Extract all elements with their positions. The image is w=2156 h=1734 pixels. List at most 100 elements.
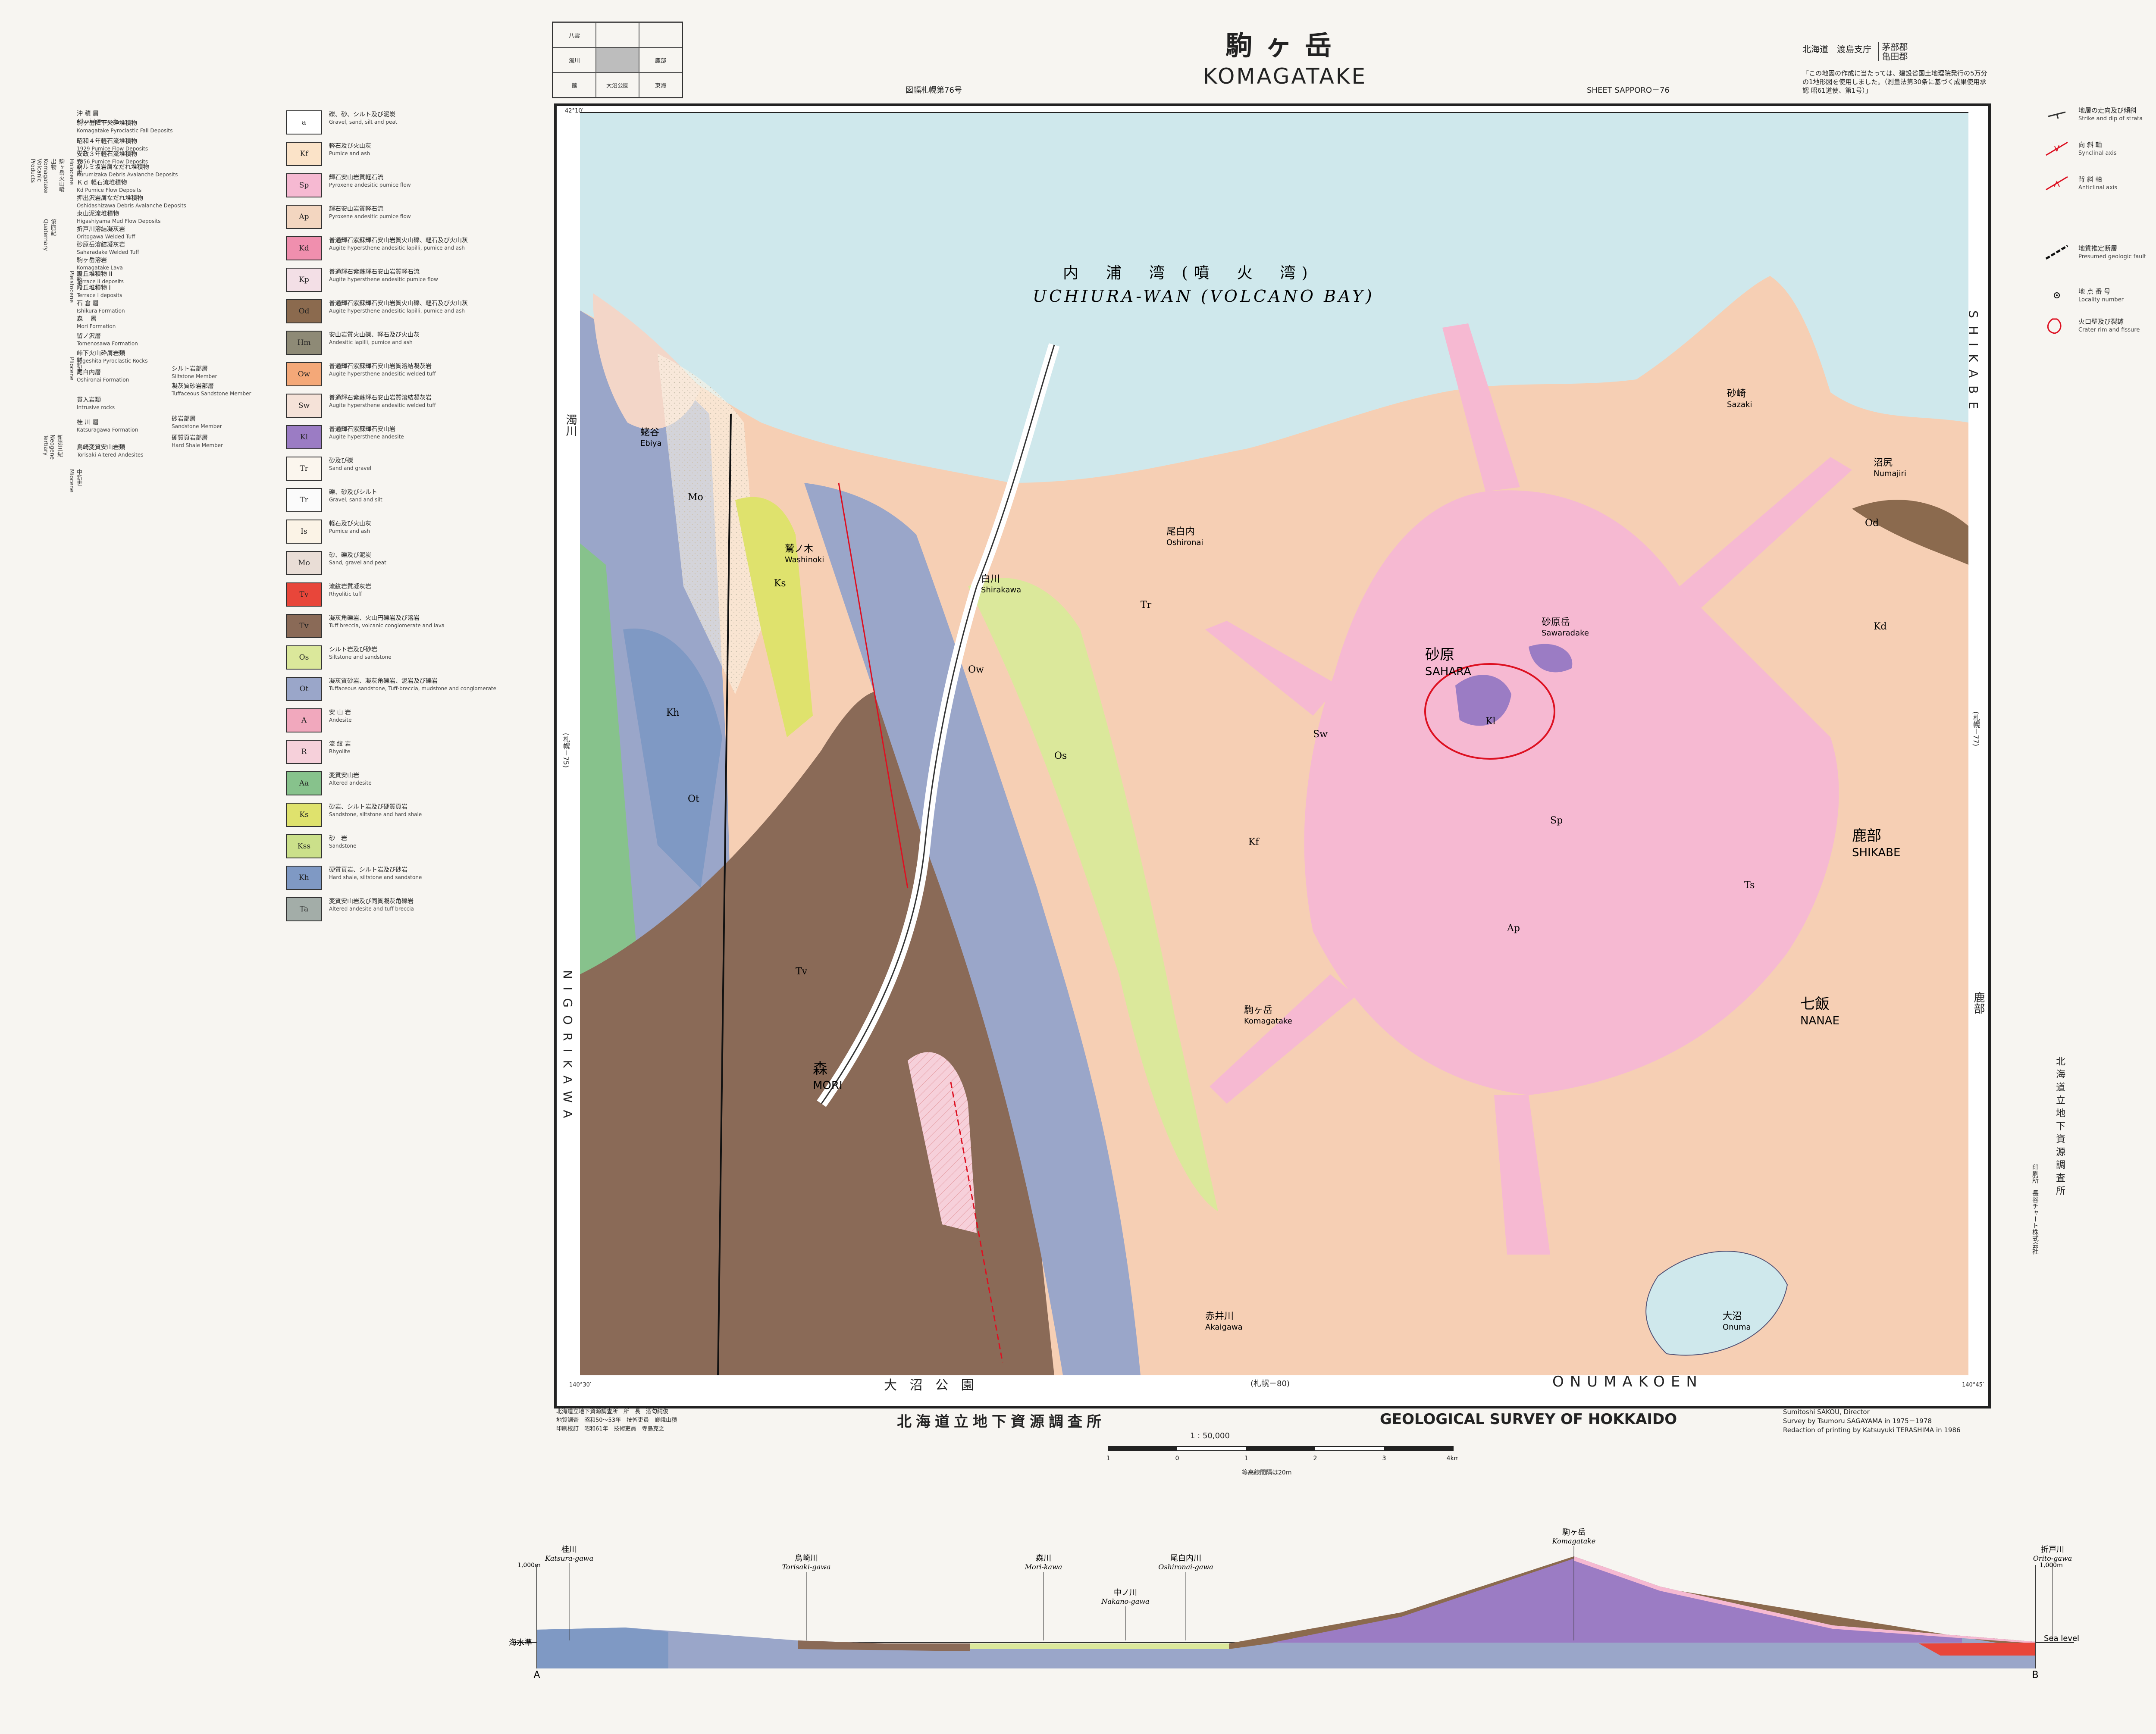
strata-en: Kurumizaka Debris Avalanche Deposits	[77, 172, 178, 178]
legend-description: 輝石安山岩質軽石流 Pyroxene andesitic pumice flow	[329, 174, 519, 189]
legend-desc-en: Rhyolite	[329, 748, 351, 754]
section-label-jp: 折戸川	[2041, 1545, 2064, 1554]
legend-swatch: Tr	[286, 488, 322, 512]
place-name-jp: 大沼	[1723, 1311, 1742, 1322]
strata-jp: 東山泥流堆積物	[77, 210, 119, 217]
geologic-map[interactable]: 内 浦 湾 (噴 火 湾) UCHIURA-WAN (VOLCANO BAY) …	[580, 112, 1968, 1375]
strata-en: Saharadake Welded Tuff	[77, 249, 139, 255]
section-end-b: B	[2032, 1670, 2038, 1681]
credit-line: 印刷校訂 昭和61年 技術吏員 寺島克之	[556, 1426, 664, 1432]
right-legend-en: Crater rim and fissure	[2078, 327, 2140, 333]
section-label-jp: 駒ヶ岳	[1562, 1528, 1586, 1537]
legend-desc-jp: 軽石及び火山灰	[329, 143, 371, 150]
unit-label: Ts	[1744, 880, 1755, 891]
section-end-a: A	[533, 1670, 540, 1681]
section-label-jp: 桂川	[561, 1545, 577, 1554]
strata-jp: クルミ坂岩屑なだれ堆積物	[77, 164, 149, 171]
legend-desc-en: Rhyolitic tuff	[329, 591, 362, 597]
legend-desc-jp: 輝石安山岩質軽石流	[329, 174, 383, 181]
index-cell	[596, 22, 639, 47]
sea-level-en: Sea level	[2044, 1634, 2079, 1643]
legend-swatch: Hm	[286, 331, 322, 355]
legend-description: 安 山 岩 Andesite	[329, 709, 519, 724]
legend-desc-jp: 流紋岩質凝灰岩	[329, 583, 371, 590]
sheet-number-en: SHEET SAPPORO－76	[1587, 86, 1670, 95]
right-legend-text: 向 斜 軸 Synclinal axis	[2078, 141, 2117, 157]
right-sheet-ref: (札幌－77)	[1972, 711, 1980, 746]
legend-description: 凝灰角礫岩、火山円礫岩及び溶岩 Tuff breccia, volcanic co…	[329, 615, 519, 629]
corner-lat-nw: 42°10′	[565, 108, 583, 114]
place-name-jp: 尾白内	[1166, 526, 1195, 537]
legend-symbol-row: Kd 普通輝石紫蘇輝石安山岩質火山礫、軽石及び火山灰 Augite hypersth…	[286, 236, 514, 266]
legend-symbol-row: Ap 輝石安山岩質軽石流 Pyroxene andesitic pumice flo…	[286, 205, 514, 235]
index-map-grid: 八雲 濁川 鹿部館大沼公園 東海	[552, 22, 683, 98]
strata-jp: 石 倉 層	[77, 300, 99, 307]
legend-description: シルト岩及び砂岩 Siltstone and sandstone	[329, 646, 519, 661]
strata-jp: 駒ヶ岳溶岩	[77, 257, 107, 264]
member-item: シルト岩部層 Siltstone Member	[172, 366, 258, 380]
right-legend-en: Strike and dip of strata	[2078, 116, 2143, 122]
credits-left: 北海道立地下資源調査所 所 長 酒匂純俊 地質調査 昭和50～53年 技術吏員 …	[556, 1408, 893, 1434]
legend-symbol-row: Mo 砂、礫及び泥炭 Sand, gravel and peat	[286, 551, 514, 581]
right-legend-en: Locality number	[2078, 297, 2124, 303]
legend-desc-en: Pyroxene andesitic pumice flow	[329, 182, 411, 188]
strata-en: Torisaki Altered Andesites	[77, 452, 144, 458]
scale-tick-label: 3	[1382, 1455, 1386, 1462]
legend-symbol-row: Ta 変質安山岩及び同質凝灰角礫岩 Altered andesite and tuf…	[286, 897, 514, 927]
legend-description: 普通輝石紫蘇輝石安山岩質火山礫、軽石及び火山灰 Augite hypersthen…	[329, 237, 519, 252]
legend-swatch: Ta	[286, 897, 322, 921]
bay-name-en: UCHIURA-WAN (VOLCANO BAY)	[1033, 287, 1375, 306]
strata-en: Oshidashizawa Debris Avalanche Deposits	[77, 203, 186, 209]
era-label: 第四紀 Quaternary	[42, 219, 56, 251]
legend-description: 普通輝石紫蘇輝石安山岩質軽石流 Augite hypersthene andesi…	[329, 269, 519, 283]
legend-description: 砂及び礫 Sand and gravel	[329, 457, 519, 472]
legend-desc-jp: 変質安山岩	[329, 772, 359, 779]
strata-item: 駒ヶ岳溶岩 Komagatake Lava	[77, 257, 219, 272]
strata-item: 安政３年軽石流堆積物 1856 Pumice Flow Deposits	[77, 151, 219, 166]
prefecture-label: 北海道 渡島支庁 茅部郡 亀田郡	[1802, 42, 1908, 61]
legend-desc-en: Sandstone, siltstone and hard shale	[329, 811, 422, 817]
strata-jp: 昭和４年軽石流堆積物	[77, 138, 137, 145]
strata-item: クルミ坂岩屑なだれ堆積物 Kurumizaka Debris Avalanche …	[77, 164, 219, 178]
unit-label: Tr	[1141, 600, 1152, 610]
legend-swatch: Kl	[286, 425, 322, 449]
section-label-en: Oshironai-gawa	[1158, 1563, 1213, 1571]
legend-symbol-row: Ot 凝灰質砂岩、凝灰角礫岩、泥岩及び礫岩 Tuffaceous sandstone…	[286, 677, 514, 707]
strata-jp: 貫入岩類	[77, 397, 101, 404]
legend-symbol-row: Aa 変質安山岩 Altered andesite	[286, 771, 514, 801]
right-legend-en: Anticlinal axis	[2078, 185, 2118, 191]
strike-dip-icon	[2048, 111, 2066, 119]
strata-en: Komagatake Pyroclastic Fall Deposits	[77, 128, 173, 134]
scale-tick-label: 1	[1244, 1455, 1248, 1462]
legend-description: 凝灰質砂岩、凝灰角礫岩、泥岩及び礫岩 Tuffaceous sandstone, …	[329, 678, 519, 692]
era-label: 駒ヶ岳火山噴出物 Komagatake Volcanic Products	[29, 159, 64, 194]
survey-name-en: GEOLOGICAL SURVEY OF HOKKAIDO	[1380, 1411, 1677, 1428]
scale-tick-label: 1	[1106, 1455, 1110, 1462]
member-en: Tuffaceous Sandstone Member	[172, 391, 251, 397]
section-label-en: Mori-kawa	[1025, 1563, 1062, 1571]
legend-desc-jp: 普通輝石紫蘇輝石安山岩質火山礫、軽石及び火山灰	[329, 237, 468, 244]
unit-label: Od	[1865, 518, 1879, 529]
legend-description: 砂、礫及び泥炭 Sand, gravel and peat	[329, 552, 519, 567]
place-name-en: SHIKABE	[1852, 846, 1900, 859]
place-name-jp: 森	[813, 1060, 827, 1077]
place-name-en: Ebiya	[640, 439, 661, 448]
legend-description: 軽石及び火山灰 Pumice and ash	[329, 520, 519, 535]
strata-item: 留ノ沢層 Tomenosawa Formation	[77, 333, 219, 347]
legend-swatch: Kd	[286, 236, 322, 260]
legend-swatch: Ap	[286, 205, 322, 229]
legend-desc-jp: シルト岩及び砂岩	[329, 646, 377, 653]
legend-desc-en: Sandstone	[329, 843, 357, 849]
corner-lon-sw: 140°30′	[569, 1382, 591, 1388]
section-label-en: Orito-gawa	[2033, 1554, 2072, 1562]
index-cell: 八雲	[553, 22, 596, 47]
strata-item: 段丘堆積物 II Terrace II deposits	[77, 271, 219, 285]
place-name-jp: 駒ヶ岳	[1244, 1005, 1272, 1016]
place-name-jp: 鷲ノ木	[785, 544, 813, 554]
strata-item: 段丘堆積物 I Terrace I deposits	[77, 285, 219, 299]
strata-jp: 砂原岳溶結凝灰岩	[77, 241, 125, 248]
member-jp: シルト岩部層	[172, 366, 208, 372]
legend-symbol-row: Os シルト岩及び砂岩 Siltstone and sandstone	[286, 645, 514, 676]
legend-desc-jp: 砂 岩	[329, 835, 347, 842]
unit-label: Ot	[688, 794, 699, 804]
